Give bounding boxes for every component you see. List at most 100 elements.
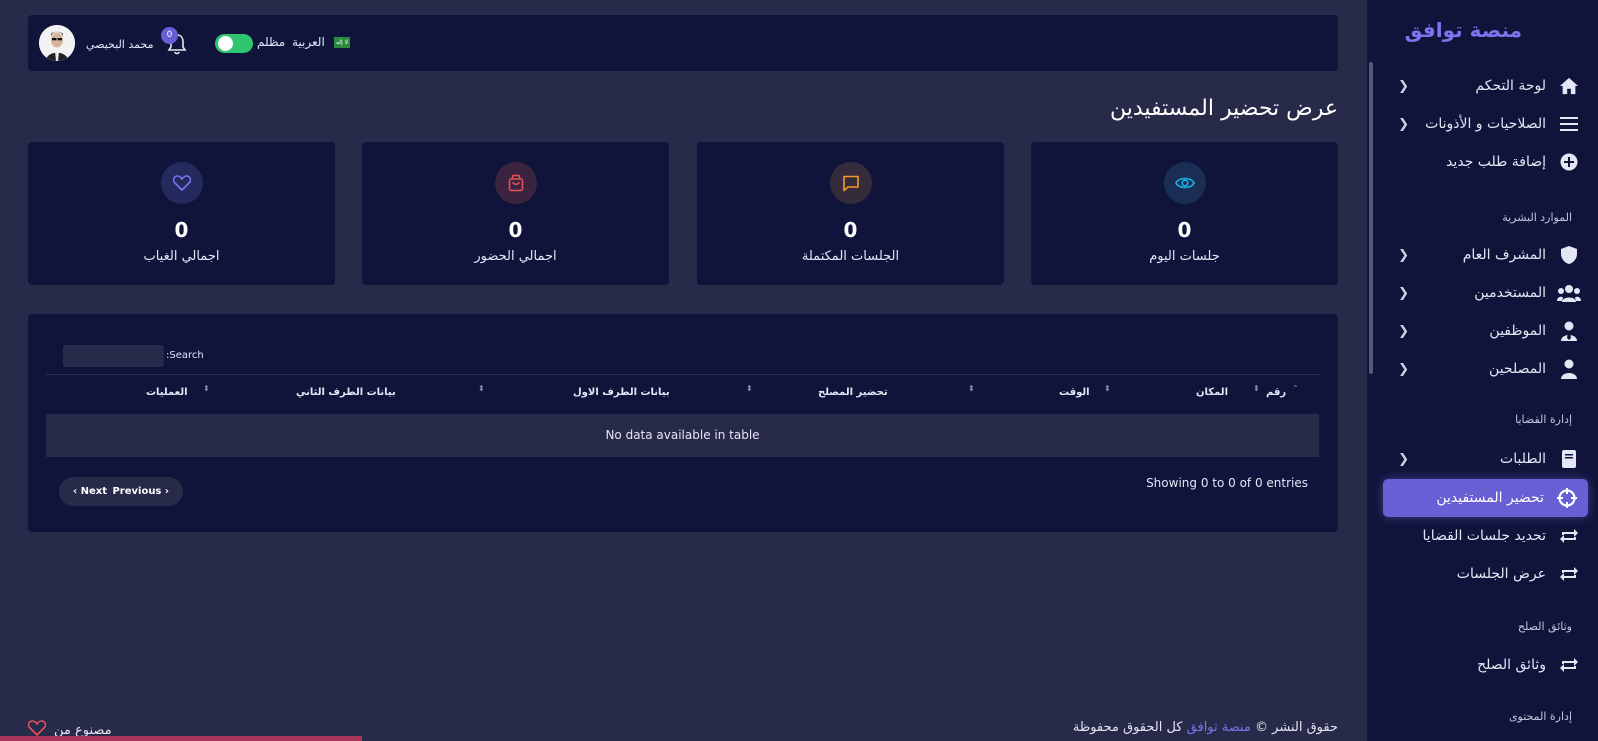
toggle-knob: [218, 36, 233, 51]
sort-icon[interactable]: ⬍: [1253, 385, 1260, 393]
section-cases: إدارة القضايا: [1515, 413, 1572, 426]
sidebar-item-employees[interactable]: الموظفين ❮: [1377, 312, 1598, 350]
stat-card-today-sessions: 0 جلسات اليوم: [1031, 142, 1338, 285]
section-settlements: وثائق الصلح: [1517, 620, 1572, 633]
repeat-icon: [1556, 654, 1582, 676]
chevron-left-icon: ❮: [1398, 323, 1409, 339]
saudi-flag-icon[interactable]: لا إله: [334, 37, 350, 48]
sidebar-item-beneficiary-attendance[interactable]: تحضير المستفيدين: [1383, 479, 1588, 517]
sidebar-item-view-sessions[interactable]: عرض الجلسات: [1377, 555, 1598, 593]
stat-value: 0: [843, 218, 858, 242]
repeat-icon: [1556, 563, 1582, 585]
sidebar-item-label: الموظفين: [1489, 323, 1546, 339]
section-content: إدارة المحتوى: [1508, 710, 1572, 723]
next-button[interactable]: ‹ Next: [73, 486, 107, 497]
users-icon: [1556, 282, 1582, 304]
chevron-left-icon: ❮: [1398, 78, 1409, 94]
shield-icon: [1556, 244, 1582, 266]
sort-icon[interactable]: ⬍: [478, 385, 485, 393]
sidebar-scrollbar[interactable]: [1369, 62, 1373, 374]
sort-icon[interactable]: ⬍: [968, 385, 975, 393]
crosshair-icon: [1554, 487, 1580, 509]
bag-icon: [495, 162, 537, 204]
chat-icon: [830, 162, 872, 204]
stat-label: اجمالي الحضور: [474, 249, 557, 264]
sidebar-item-label: الطلبات: [1500, 451, 1546, 467]
language-selector[interactable]: العربية: [292, 35, 325, 49]
sidebar-item-requests[interactable]: الطلبات ❮: [1377, 440, 1598, 478]
column-header-location[interactable]: المكان: [1196, 387, 1228, 398]
sidebar-item-label: إضافة طلب جديد: [1446, 154, 1546, 170]
chevron-left-icon: ❮: [1398, 116, 1409, 132]
notification-badge: 0: [161, 27, 178, 44]
stat-label: اجمالي الغياب: [143, 249, 220, 264]
brand-title[interactable]: منصة توافق: [1405, 18, 1522, 42]
column-header-second-party[interactable]: بيانات الطرف الثاني: [296, 387, 396, 398]
copyright-prefix: حقوق النشر ©: [1255, 720, 1338, 735]
chevron-left-icon: ❮: [1398, 361, 1409, 377]
plus-circle-icon: [1556, 151, 1582, 173]
sidebar: منصة توافق لوحة التحكم ❮ الصلاحيات و الأ…: [1367, 0, 1598, 741]
stat-label: الجلسات المكتملة: [801, 249, 900, 264]
footer-copyright: حقوق النشر © منصة توافق كل الحقوق محفوظة: [1073, 720, 1338, 735]
previous-button[interactable]: Previous ›: [112, 486, 169, 497]
previous-label: Previous: [112, 486, 162, 497]
user-name[interactable]: محمد البحيصي: [86, 38, 153, 51]
sidebar-item-label: المشرف العام: [1462, 247, 1546, 263]
topbar: محمد البحيصي 0 مظلم العربية لا إله: [28, 15, 1338, 71]
column-header-actions[interactable]: العمليات: [146, 387, 188, 398]
sidebar-item-label: المصلحين: [1489, 361, 1546, 377]
menu-icon: [1556, 113, 1582, 135]
dark-mode-toggle[interactable]: [215, 34, 253, 53]
eye-icon: [1164, 162, 1206, 204]
sidebar-item-permissions[interactable]: الصلاحيات و الأذونات ❮: [1377, 105, 1598, 143]
stat-card-attendance: 0 اجمالي الحضور: [362, 142, 669, 285]
rights-text: كل الحقوق محفوظة: [1072, 720, 1183, 735]
chevron-left-icon: ❮: [1398, 247, 1409, 263]
column-header-time[interactable]: الوقت: [1059, 387, 1090, 398]
sidebar-item-super-admin[interactable]: المشرف العام ❮: [1377, 236, 1598, 274]
section-hr: الموارد البشرية: [1502, 211, 1572, 224]
sidebar-item-label: المستخدمين: [1474, 285, 1546, 301]
sidebar-item-label: لوحة التحكم: [1475, 78, 1546, 94]
home-icon: [1556, 75, 1582, 97]
sidebar-item-label: تحضير المستفيدين: [1436, 490, 1544, 506]
search-label: :Search: [166, 350, 204, 361]
column-header-first-party[interactable]: بيانات الطرف الاول: [573, 387, 670, 398]
footer-brand-link[interactable]: منصة توافق: [1187, 720, 1251, 735]
sort-asc-icon[interactable]: ⌃: [1292, 385, 1299, 393]
sidebar-item-reconcilers[interactable]: المصلحين ❮: [1377, 350, 1598, 388]
sort-icon[interactable]: ⬍: [746, 385, 753, 393]
bottom-strip: [0, 736, 362, 741]
sidebar-item-label: الصلاحيات و الأذونات: [1425, 116, 1546, 132]
sidebar-item-new-request[interactable]: إضافة طلب جديد: [1377, 143, 1598, 181]
column-header-number[interactable]: رقم: [1266, 387, 1286, 398]
repeat-icon: [1556, 525, 1582, 547]
sidebar-item-schedule-sessions[interactable]: تحديد جلسات القضايا: [1377, 517, 1598, 555]
avatar[interactable]: [39, 25, 75, 61]
column-header-reconciler-attendance[interactable]: تحضير المصلح: [818, 387, 888, 398]
sidebar-item-users[interactable]: المستخدمين ❮: [1377, 274, 1598, 312]
stat-value: 0: [174, 218, 189, 242]
chevron-left-icon: ❮: [1398, 285, 1409, 301]
heart-icon: [161, 162, 203, 204]
sidebar-item-settlement-docs[interactable]: وثائق الصلح: [1377, 646, 1598, 684]
sort-icon[interactable]: ⬍: [203, 385, 210, 393]
stat-value: 0: [508, 218, 523, 242]
table-info: Showing 0 to 0 of 0 entries: [1146, 476, 1308, 490]
user-icon: [1556, 358, 1582, 380]
stat-card-completed-sessions: 0 الجلسات المكتملة: [697, 142, 1004, 285]
stat-card-absence: 0 اجمالي الغياب: [28, 142, 335, 285]
sidebar-item-dashboard[interactable]: لوحة التحكم ❮: [1377, 67, 1598, 105]
stat-value: 0: [1177, 218, 1192, 242]
chevron-left-icon: ❮: [1398, 451, 1409, 467]
book-icon: [1556, 448, 1582, 470]
next-label: Next: [80, 486, 107, 497]
sort-icon[interactable]: ⬍: [1104, 385, 1111, 393]
user-tie-icon: [1556, 320, 1582, 342]
sidebar-item-label: تحديد جلسات القضايا: [1422, 528, 1546, 544]
table-header: ⌃ رقم ⬍ المكان ⬍ الوقت ⬍ تحضير المصلح ⬍ …: [46, 374, 1319, 414]
search-input[interactable]: [63, 345, 164, 367]
dark-mode-label: مظلم: [257, 35, 286, 49]
sidebar-item-label: وثائق الصلح: [1477, 657, 1546, 673]
